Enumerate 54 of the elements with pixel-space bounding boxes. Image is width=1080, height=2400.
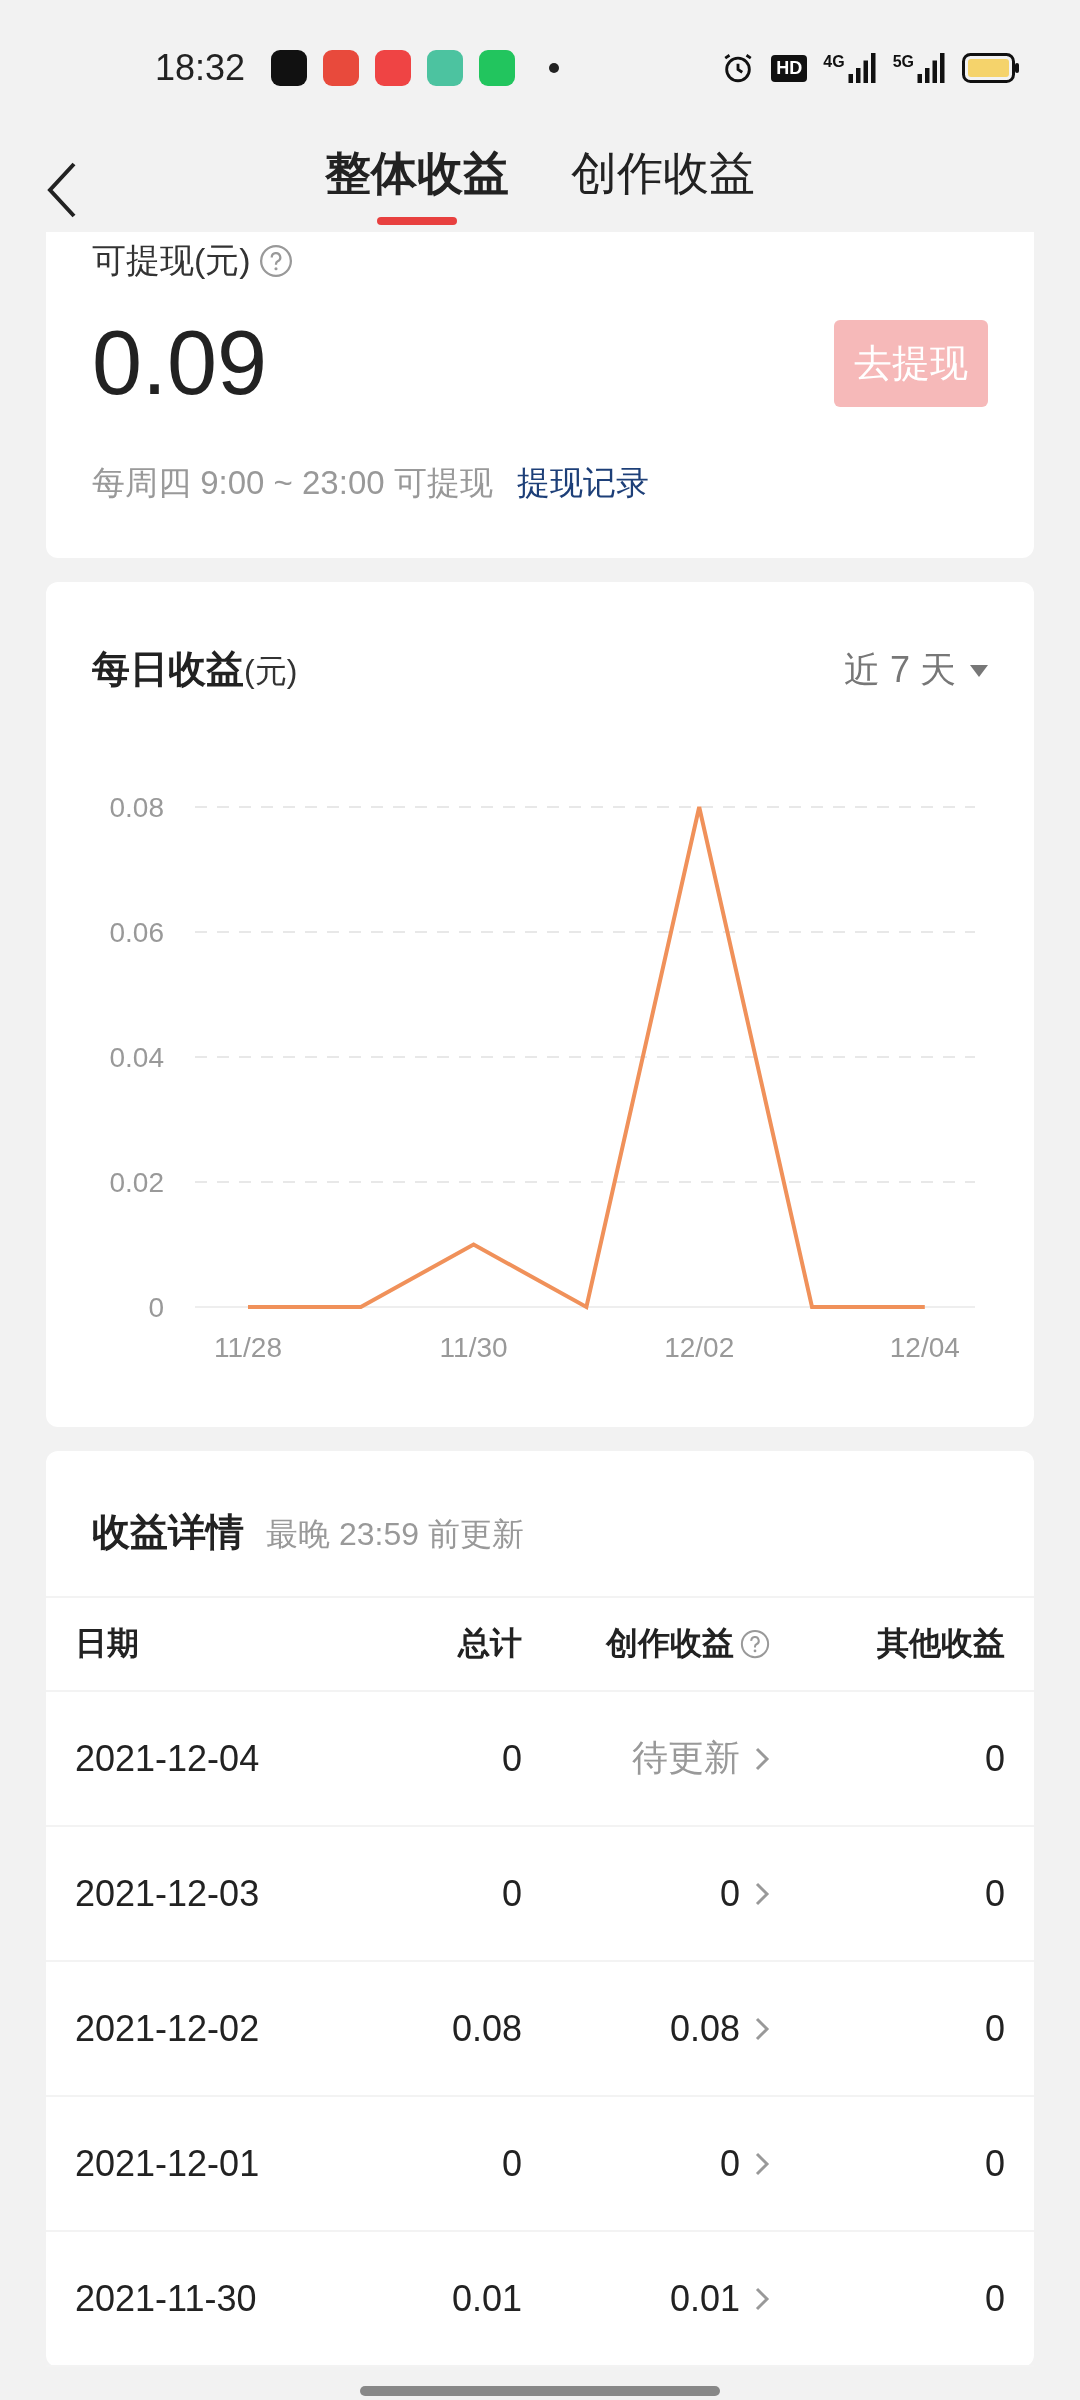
signal-icon <box>916 53 946 83</box>
other-cell: 0 <box>984 1737 1005 1780</box>
caret-icon <box>970 664 988 677</box>
other-cell: 0 <box>984 2277 1005 2320</box>
balance-label: 可提现(元) <box>92 240 251 281</box>
x-axis-label: 11/30 <box>439 1332 508 1363</box>
total-cell: 0 <box>501 2142 522 2185</box>
tab[interactable]: 创作收益 <box>571 143 755 225</box>
date-cell-text: 2021-11-30 <box>75 2277 258 2320</box>
y-axis-label: 0.06 <box>109 917 164 948</box>
other-cell: 0 <box>984 2142 1005 2185</box>
column-header: 创作收益 <box>606 1624 734 1663</box>
range-dropdown[interactable]: 近 7 天 <box>843 646 988 695</box>
creative-earnings-link[interactable]: 0.01 <box>669 2277 770 2320</box>
help-icon[interactable] <box>258 244 293 278</box>
hd-badge: HD <box>771 54 808 82</box>
network-label: 4G <box>823 53 845 71</box>
x-axis-label: 11/28 <box>214 1332 282 1363</box>
date-cell-text: 2021-12-01 <box>75 2142 261 2185</box>
tab[interactable]: 整体收益 <box>325 143 509 225</box>
column-header: 总计 <box>458 1624 522 1663</box>
help-icon[interactable] <box>740 1629 770 1659</box>
y-axis-label: 0 <box>148 1292 164 1323</box>
date-cell-text: 2021-12-03 <box>75 1872 261 1915</box>
chart-title: 每日收益 <box>92 647 244 692</box>
other-cell: 0 <box>984 1872 1005 1915</box>
x-axis-label: 12/02 <box>664 1332 735 1363</box>
creative-earnings-link[interactable]: 0.08 <box>669 2007 770 2050</box>
total-cell: 0 <box>501 1737 522 1780</box>
total-cell: 0.01 <box>451 2277 522 2320</box>
total-cell: 0.08 <box>451 2007 522 2050</box>
date-cell-text: 2021-12-02 <box>75 2007 261 2050</box>
withdraw-hours: 每周四 9:00 ~ 23:00 可提现 <box>92 463 493 503</box>
battery-icon <box>962 53 1020 83</box>
date-cell-text: 2021-12-04 <box>75 1737 261 1780</box>
section-title: 收益详情 <box>92 1510 244 1555</box>
update-note: 最晚 23:59 前更新 <box>266 1515 524 1554</box>
creative-earnings-link[interactable]: 0 <box>719 2142 770 2185</box>
notification-dot <box>549 63 560 73</box>
y-axis-label: 0.08 <box>109 792 164 823</box>
total-cell: 0 <box>501 1872 522 1915</box>
x-axis-label: 12/04 <box>889 1332 960 1363</box>
network-label: 5G <box>892 53 914 71</box>
withdraw-history-link[interactable]: 提现记录 <box>516 461 649 506</box>
signal-icon <box>846 53 877 83</box>
column-header: 其他收益 <box>877 1624 1005 1663</box>
creative-earnings-link[interactable]: 0 <box>719 1872 770 1915</box>
y-axis-label: 0.04 <box>109 1042 164 1073</box>
other-cell: 0 <box>984 2007 1005 2050</box>
balance-amount: 0.09 <box>92 312 268 415</box>
column-header: 日期 <box>75 1624 140 1663</box>
unit-label: (元) <box>244 652 298 691</box>
y-axis-label: 0.02 <box>109 1167 164 1198</box>
status-time: 18:32 <box>155 47 246 89</box>
